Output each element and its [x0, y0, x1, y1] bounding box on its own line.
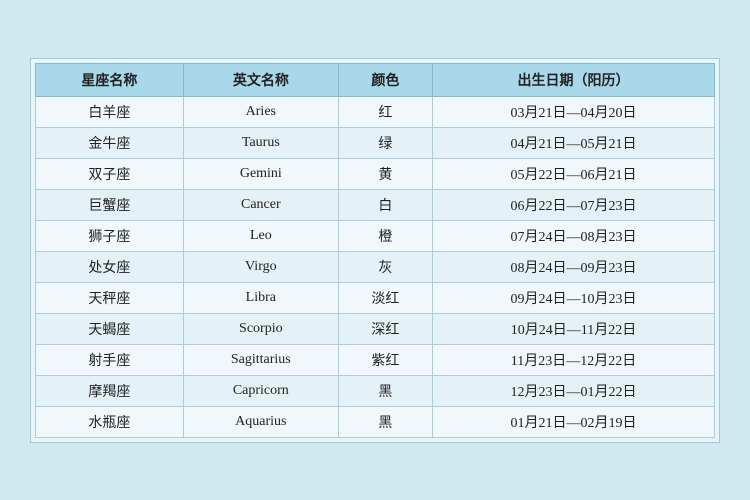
- cell-chinese-name: 天蝎座: [36, 313, 184, 344]
- table-row: 天秤座Libra淡红09月24日—10月23日: [36, 282, 715, 313]
- cell-color: 绿: [338, 127, 432, 158]
- cell-color: 黑: [338, 375, 432, 406]
- cell-color: 紫红: [338, 344, 432, 375]
- cell-color: 淡红: [338, 282, 432, 313]
- cell-dates: 10月24日—11月22日: [432, 313, 714, 344]
- cell-english-name: Scorpio: [183, 313, 338, 344]
- col-header-color: 颜色: [338, 63, 432, 96]
- cell-color: 红: [338, 96, 432, 127]
- cell-dates: 01月21日—02月19日: [432, 406, 714, 437]
- cell-english-name: Gemini: [183, 158, 338, 189]
- cell-color: 灰: [338, 251, 432, 282]
- cell-color: 黑: [338, 406, 432, 437]
- cell-chinese-name: 水瓶座: [36, 406, 184, 437]
- cell-english-name: Capricorn: [183, 375, 338, 406]
- cell-dates: 03月21日—04月20日: [432, 96, 714, 127]
- cell-english-name: Cancer: [183, 189, 338, 220]
- cell-english-name: Aries: [183, 96, 338, 127]
- cell-english-name: Aquarius: [183, 406, 338, 437]
- table-row: 射手座Sagittarius紫红11月23日—12月22日: [36, 344, 715, 375]
- cell-english-name: Sagittarius: [183, 344, 338, 375]
- cell-dates: 06月22日—07月23日: [432, 189, 714, 220]
- table-row: 白羊座Aries红03月21日—04月20日: [36, 96, 715, 127]
- cell-chinese-name: 摩羯座: [36, 375, 184, 406]
- cell-chinese-name: 射手座: [36, 344, 184, 375]
- table-row: 摩羯座Capricorn黑12月23日—01月22日: [36, 375, 715, 406]
- cell-color: 深红: [338, 313, 432, 344]
- cell-dates: 11月23日—12月22日: [432, 344, 714, 375]
- table-row: 水瓶座Aquarius黑01月21日—02月19日: [36, 406, 715, 437]
- cell-english-name: Leo: [183, 220, 338, 251]
- cell-chinese-name: 巨蟹座: [36, 189, 184, 220]
- cell-chinese-name: 白羊座: [36, 96, 184, 127]
- cell-dates: 04月21日—05月21日: [432, 127, 714, 158]
- cell-chinese-name: 狮子座: [36, 220, 184, 251]
- cell-chinese-name: 天秤座: [36, 282, 184, 313]
- zodiac-table: 星座名称 英文名称 颜色 出生日期（阳历） 白羊座Aries红03月21日—04…: [35, 63, 715, 438]
- table-header-row: 星座名称 英文名称 颜色 出生日期（阳历）: [36, 63, 715, 96]
- col-header-dates: 出生日期（阳历）: [432, 63, 714, 96]
- table-row: 巨蟹座Cancer白06月22日—07月23日: [36, 189, 715, 220]
- cell-dates: 07月24日—08月23日: [432, 220, 714, 251]
- cell-dates: 09月24日—10月23日: [432, 282, 714, 313]
- cell-dates: 12月23日—01月22日: [432, 375, 714, 406]
- cell-dates: 08月24日—09月23日: [432, 251, 714, 282]
- zodiac-table-container: 星座名称 英文名称 颜色 出生日期（阳历） 白羊座Aries红03月21日—04…: [30, 58, 720, 443]
- table-row: 处女座Virgo灰08月24日—09月23日: [36, 251, 715, 282]
- cell-chinese-name: 金牛座: [36, 127, 184, 158]
- cell-chinese-name: 双子座: [36, 158, 184, 189]
- cell-chinese-name: 处女座: [36, 251, 184, 282]
- table-row: 金牛座Taurus绿04月21日—05月21日: [36, 127, 715, 158]
- table-body: 白羊座Aries红03月21日—04月20日金牛座Taurus绿04月21日—0…: [36, 96, 715, 437]
- cell-english-name: Taurus: [183, 127, 338, 158]
- cell-color: 白: [338, 189, 432, 220]
- table-row: 狮子座Leo橙07月24日—08月23日: [36, 220, 715, 251]
- col-header-english: 英文名称: [183, 63, 338, 96]
- table-row: 天蝎座Scorpio深红10月24日—11月22日: [36, 313, 715, 344]
- cell-dates: 05月22日—06月21日: [432, 158, 714, 189]
- cell-color: 橙: [338, 220, 432, 251]
- cell-english-name: Virgo: [183, 251, 338, 282]
- col-header-chinese: 星座名称: [36, 63, 184, 96]
- cell-english-name: Libra: [183, 282, 338, 313]
- table-row: 双子座Gemini黄05月22日—06月21日: [36, 158, 715, 189]
- cell-color: 黄: [338, 158, 432, 189]
